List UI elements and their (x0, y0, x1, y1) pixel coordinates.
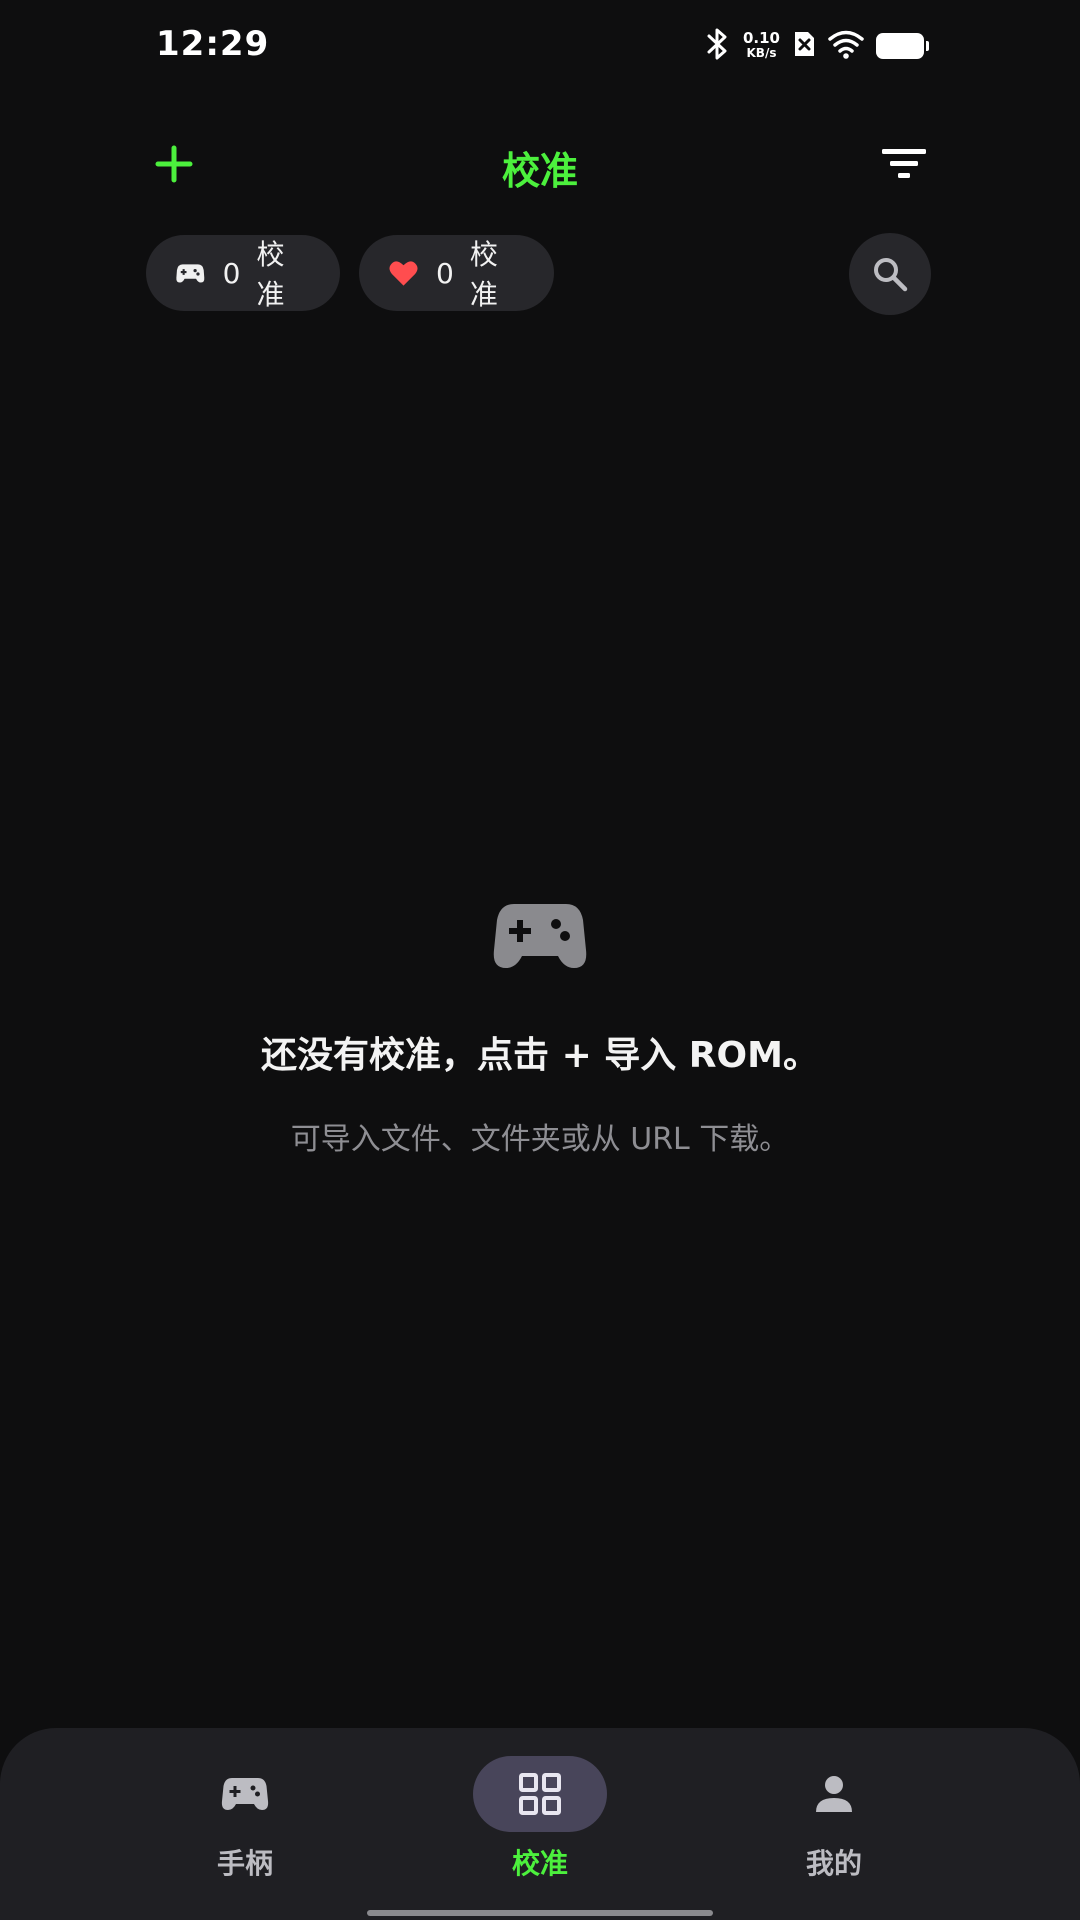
empty-state-subtitle: 可导入文件、文件夹或从 URL 下载。 (290, 1122, 790, 1157)
nav-icon-container (767, 1756, 901, 1832)
nav-label-controllers: 手柄 (216, 1847, 273, 1880)
gamepad-icon (176, 264, 205, 283)
nav-item-calibration[interactable]: 校准 (440, 1756, 640, 1886)
battery-icon (876, 33, 929, 59)
network-speed-unit: KB/s (746, 46, 777, 60)
empty-state-title: 还没有校准，点击 + 导入 ROM。 (261, 1035, 819, 1076)
filter-button[interactable] (876, 140, 932, 188)
status-time: 12:29 (156, 24, 270, 64)
chip-favorites-label: 校准 (469, 238, 498, 311)
chip-controllers-label: 校准 (256, 238, 285, 311)
sim-off-icon (792, 29, 816, 63)
bluetooth-icon (705, 27, 731, 65)
search-button[interactable] (849, 233, 931, 315)
nav-icon-container (473, 1756, 607, 1832)
nav-icon-container (178, 1756, 312, 1832)
network-speed-value: 0.10 (742, 29, 780, 47)
app-bar: 校准 (0, 120, 1080, 208)
nav-label-mine: 我的 (805, 1847, 862, 1880)
heart-icon (389, 261, 418, 286)
empty-state: 还没有校准，点击 + 导入 ROM。 可导入文件、文件夹或从 URL 下载。 (0, 900, 1080, 1158)
search-icon (874, 258, 908, 292)
gamepad-icon (492, 900, 588, 972)
gamepad-icon (221, 1778, 269, 1810)
screen: 12:29 0.10 KB/s 校准 0 校准 0 校准 还没有校准，点击 + … (0, 0, 1080, 1920)
bottom-navigation: 手柄 校准 我的 (0, 1728, 1080, 1920)
chip-favorites-count: 0 (436, 256, 454, 290)
nav-item-mine[interactable]: 我的 (734, 1756, 934, 1886)
status-icons: 0.10 KB/s (705, 26, 929, 66)
status-bar: 12:29 0.10 KB/s (0, 0, 1080, 92)
nav-label-calibration: 校准 (511, 1847, 568, 1880)
nav-item-controllers[interactable]: 手柄 (145, 1756, 345, 1886)
filter-icon (882, 149, 926, 178)
wifi-icon (828, 29, 864, 63)
person-icon (816, 1776, 852, 1812)
chip-controllers[interactable]: 0 校准 (146, 235, 340, 311)
home-indicator (367, 1910, 713, 1916)
network-speed: 0.10 KB/s (743, 31, 780, 61)
chip-favorites[interactable]: 0 校准 (359, 235, 554, 311)
grid-icon (519, 1773, 561, 1815)
chip-controllers-count: 0 (222, 256, 241, 290)
